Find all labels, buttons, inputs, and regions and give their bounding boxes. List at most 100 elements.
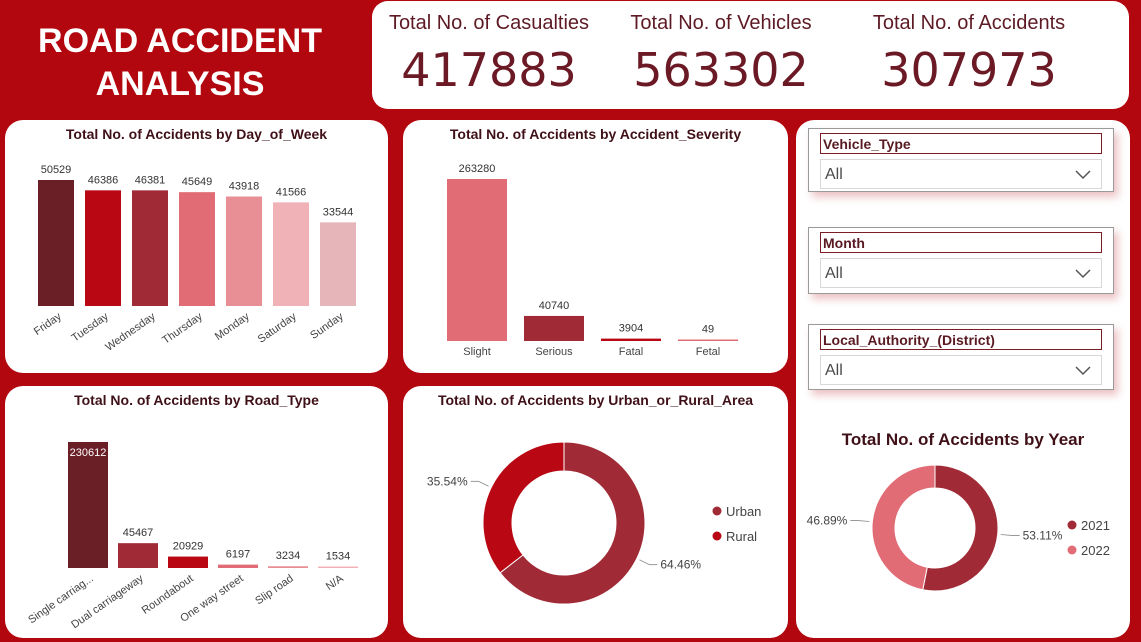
severity-chart-card[interactable]: Total No. of Accidents by Accident_Sever… <box>403 120 788 373</box>
bar <box>218 564 258 568</box>
kpi-vehicles: Total No. of Vehicles 563302 <box>596 1 846 97</box>
chart-title: Total No. of Accidents by Day_of_Week <box>65 126 328 142</box>
legend-marker <box>1067 520 1077 530</box>
road-type-chart-card[interactable]: Total No. of Accidents by Road_Type 2306… <box>5 386 388 638</box>
data-label: 6197 <box>226 549 250 561</box>
data-label: 43918 <box>229 180 260 192</box>
chart-title: Total No. of Accidents by Accident_Sever… <box>449 126 742 142</box>
data-label: 20929 <box>173 541 204 553</box>
bar <box>524 315 584 341</box>
kpi-label: Total No. of Casualties <box>388 12 590 34</box>
data-label: 46386 <box>88 174 119 186</box>
kpi-card: Total No. of Casualties 417883 Total No.… <box>372 1 1129 109</box>
kpi-accidents: Total No. of Accidents 307973 <box>844 1 1094 97</box>
x-tick-label: Fatal <box>619 346 643 358</box>
area-chart-card[interactable]: Total No. of Accidents by Urban_or_Rural… <box>403 386 788 638</box>
leader-line <box>1000 533 1020 537</box>
legend-marker <box>712 531 722 541</box>
leader-line <box>470 480 489 487</box>
urban-rural-donut-chart: 64.46% Urban 35.54% Rural <box>427 441 761 605</box>
slicer-value: All <box>825 166 843 183</box>
kpi-label: Total No. of Vehicles <box>630 12 812 34</box>
data-label: 40740 <box>539 300 570 312</box>
slicer-label: Local_Authority_(District) <box>820 329 1102 350</box>
donut-slice <box>482 441 565 574</box>
bar <box>132 190 168 306</box>
year-donut-chart: 53.11% 2021 46.89% 2022 <box>807 464 1110 592</box>
bar <box>226 196 262 306</box>
chart-title: Total No. of Accidents by Urban_or_Rural… <box>437 392 754 408</box>
data-label: 3234 <box>276 550 300 562</box>
chevron-down-icon[interactable] <box>1075 265 1091 281</box>
x-tick-label: Saturday <box>256 310 299 345</box>
month-dropdown[interactable]: All <box>820 258 1102 288</box>
kpi-value: 563302 <box>633 43 809 97</box>
bar <box>118 543 158 568</box>
vehicle-type-slicer[interactable]: Vehicle_Type All <box>808 128 1114 192</box>
month-slicer[interactable]: Month All <box>808 227 1114 294</box>
bar <box>318 566 358 568</box>
bar <box>447 179 507 341</box>
slice-label: 53.11% <box>1023 529 1063 543</box>
road-type-bar-chart: 230612Single carriag...45467Dual carriag… <box>26 442 358 631</box>
bar <box>85 190 121 306</box>
x-tick-label: Sunday <box>308 310 346 342</box>
day-of-week-chart-card[interactable]: Total No. of Accidents by Day_of_Week 50… <box>5 120 388 373</box>
data-label: 230612 <box>70 447 107 459</box>
x-tick-label: Friday <box>32 310 64 338</box>
x-tick-label: Fetal <box>696 346 720 358</box>
legend-label: Rural <box>726 529 757 544</box>
x-tick-label: Thursday <box>160 310 205 346</box>
slicer-label: Vehicle_Type <box>820 133 1102 154</box>
x-tick-label: Slip road <box>253 573 295 608</box>
filter-panel: Vehicle_Type All Month All Local_Authori… <box>796 120 1130 638</box>
chevron-down-icon[interactable] <box>1075 166 1091 182</box>
slicer-value: All <box>825 265 843 282</box>
legend-marker <box>1067 545 1077 555</box>
data-label: 33544 <box>323 206 354 218</box>
bar <box>678 339 738 341</box>
data-label: 50529 <box>41 164 72 176</box>
legend-label: 2022 <box>1081 543 1110 558</box>
bar <box>38 180 74 306</box>
leader-line <box>850 519 870 523</box>
x-tick-label: Wednesday <box>103 310 158 353</box>
data-label: 45649 <box>182 176 213 188</box>
bar <box>168 556 208 568</box>
bar <box>68 442 108 568</box>
data-label: 1534 <box>326 551 350 563</box>
bar <box>273 202 309 306</box>
data-label: 263280 <box>459 163 496 175</box>
kpi-value: 417883 <box>401 43 577 97</box>
district-slicer[interactable]: Local_Authority_(District) All <box>808 324 1114 390</box>
chart-title: Total No. of Accidents by Road_Type <box>74 392 319 408</box>
legend-label: Urban <box>726 504 761 519</box>
dashboard-title: ROAD ACCIDENT ANALYSIS <box>38 22 322 103</box>
data-label: 41566 <box>276 186 307 198</box>
x-tick-label: Tuesday <box>70 310 112 344</box>
kpi-value: 307973 <box>881 43 1057 97</box>
chevron-down-icon[interactable] <box>1075 362 1091 378</box>
data-label: 46381 <box>135 174 166 186</box>
x-tick-label: Slight <box>463 346 491 358</box>
slicer-value: All <box>825 362 843 379</box>
legend-marker <box>712 506 722 516</box>
kpi-casualties: Total No. of Casualties 417883 <box>364 1 614 97</box>
data-label: 45467 <box>123 527 154 539</box>
kpi-label: Total No. of Accidents <box>872 12 1066 34</box>
severity-bar-chart: 263280 Slight 40740 Serious 3904 Fatal 49 Fetal <box>447 163 738 358</box>
x-tick-label: Monday <box>213 310 252 343</box>
leader-line <box>639 559 658 566</box>
x-tick-label: N/A <box>324 572 346 593</box>
slice-label: 35.54% <box>427 474 468 488</box>
vehicle-type-dropdown[interactable]: All <box>820 159 1102 189</box>
bar <box>320 222 356 306</box>
donut-slice <box>871 464 936 591</box>
legend-label: 2021 <box>1081 518 1110 533</box>
slice-label: 64.46% <box>660 558 701 572</box>
slicer-label: Month <box>820 232 1102 253</box>
data-label: 3904 <box>619 323 643 335</box>
bar <box>601 338 661 341</box>
district-dropdown[interactable]: All <box>820 355 1102 385</box>
x-tick-label: Serious <box>535 346 573 358</box>
